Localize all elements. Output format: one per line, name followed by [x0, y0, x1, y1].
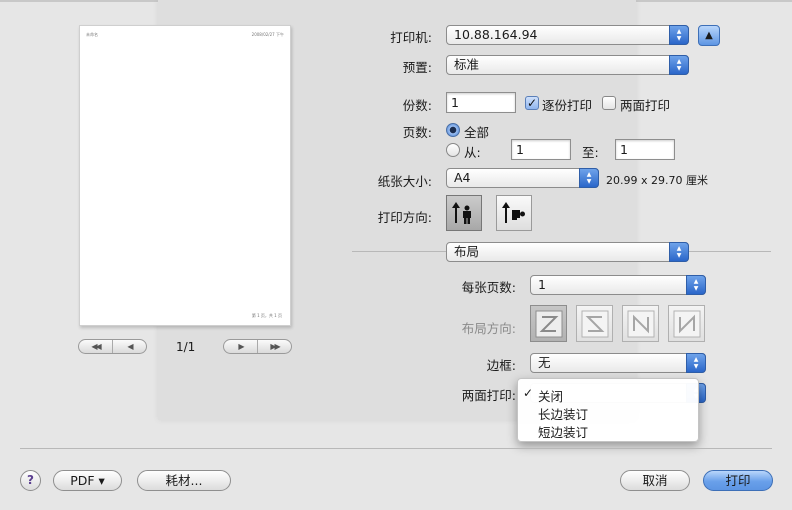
border-value: 无 — [538, 355, 551, 370]
preview-back-navigation: ◀◀ ◀ — [78, 339, 147, 354]
layout-direction-z-button[interactable] — [530, 305, 567, 342]
preview-header-right: 2008/02/27 下午 — [251, 32, 284, 37]
reverse-z-layout-icon — [581, 310, 609, 338]
printer-label: 打印机: — [390, 30, 432, 45]
printer-popup[interactable]: 10.88.164.94 ▲ ▼ — [446, 25, 689, 45]
copies-label: 份数: — [402, 98, 432, 113]
print-button[interactable]: 打印 — [703, 470, 773, 491]
pages-per-sheet-label: 每张页数: — [461, 280, 516, 295]
pdf-button[interactable]: PDF ▾ — [53, 470, 122, 491]
copies-field[interactable]: 1 — [446, 92, 516, 113]
landscape-icon — [502, 202, 525, 223]
duplex-menu-item-off[interactable]: 关闭 — [538, 386, 563, 405]
help-button[interactable]: ? — [20, 470, 41, 491]
popup-arrows-icon: ▲▼ — [669, 25, 689, 45]
orientation-label: 打印方向: — [377, 210, 432, 225]
collate-checkbox[interactable]: ✓ — [525, 96, 539, 110]
pages-to-field[interactable]: 1 — [615, 139, 675, 160]
landscape-orientation-button[interactable] — [496, 195, 532, 231]
supplies-button[interactable]: 耗材... — [137, 470, 231, 491]
border-popup[interactable]: 无 ▲ ▼ — [530, 353, 706, 373]
pages-from-field[interactable]: 1 — [511, 139, 571, 160]
section-popup[interactable]: 布局 ▲ ▼ — [446, 242, 689, 262]
n-layout-icon — [627, 310, 655, 338]
paper-size-label: 纸张大小: — [377, 174, 432, 189]
reverse-n-layout-icon — [673, 310, 701, 338]
pages-range-radio[interactable] — [446, 143, 460, 157]
duplex-menu-item-long-edge[interactable]: 长边装订 — [538, 404, 588, 423]
paper-size-value: A4 — [454, 170, 471, 185]
pages-all-radio[interactable] — [446, 123, 460, 137]
footer-divider — [20, 448, 772, 449]
duplex-checkbox-label: 两面打印 — [620, 98, 671, 113]
first-page-button[interactable]: ◀◀ — [79, 340, 112, 353]
layout-direction-label: 布局方向: — [461, 321, 516, 336]
duplex-menu-item-short-edge[interactable]: 短边装订 — [538, 422, 588, 441]
page-indicator: 1/1 — [176, 340, 196, 354]
popup-arrows-icon: ▲▼ — [669, 242, 689, 262]
layout-direction-n-button[interactable] — [622, 305, 659, 342]
section-value: 布局 — [454, 244, 480, 259]
disclosure-triangle-icon: ▲ — [705, 30, 713, 41]
pages-per-sheet-popup[interactable]: 1 ▲ ▼ — [530, 275, 706, 295]
presets-popup[interactable]: 标准 ▲ ▼ — [446, 55, 689, 75]
help-icon: ? — [27, 473, 34, 487]
border-label: 边框: — [486, 358, 516, 373]
paper-dimensions: 20.99 x 29.70 厘米 — [606, 174, 708, 187]
next-page-button[interactable]: ▶ — [224, 340, 257, 353]
duplex-label: 两面打印: — [461, 388, 516, 403]
previous-page-button[interactable]: ◀ — [112, 340, 146, 353]
popup-arrows-icon: ▲▼ — [579, 168, 599, 188]
portrait-icon — [452, 202, 471, 224]
presets-value: 标准 — [454, 57, 480, 72]
z-layout-icon — [535, 310, 563, 338]
pages-all-label: 全部 — [464, 125, 490, 140]
pages-per-sheet-value: 1 — [538, 277, 546, 292]
section-divider-right — [688, 251, 771, 252]
popup-arrows-icon: ▲▼ — [669, 55, 689, 75]
section-divider-left — [352, 251, 446, 252]
checkmark-icon: ✓ — [523, 386, 534, 400]
paper-size-popup[interactable]: A4 ▲ ▼ — [446, 168, 599, 188]
preview-footer: 第 1 页，共 1 页 — [251, 313, 282, 318]
portrait-orientation-button[interactable] — [446, 195, 482, 231]
page-preview: 未命名 2008/02/27 下午 第 1 页，共 1 页 — [79, 25, 291, 326]
disclosure-button[interactable]: ▲ — [698, 25, 720, 46]
popup-arrows-icon: ▲▼ — [686, 353, 706, 373]
last-page-button[interactable]: ▶▶ — [257, 340, 291, 353]
printer-value: 10.88.164.94 — [454, 27, 538, 42]
collate-label: 逐份打印 — [542, 98, 593, 113]
presets-label: 预置: — [402, 60, 432, 75]
pages-to-label: 至: — [582, 145, 599, 160]
duplex-menu: ✓ 关闭 长边装订 短边装订 — [517, 378, 699, 442]
popup-arrows-icon: ▲▼ — [686, 275, 706, 295]
layout-direction-reverse-n-button[interactable] — [668, 305, 705, 342]
pages-from-label: 从: — [464, 145, 481, 160]
preview-forward-navigation: ▶ ▶▶ — [223, 339, 292, 354]
preview-header-left: 未命名 — [86, 32, 98, 37]
pages-label: 页数: — [402, 125, 432, 140]
duplex-checkbox[interactable] — [602, 96, 616, 110]
layout-direction-reverse-z-button[interactable] — [576, 305, 613, 342]
cancel-button[interactable]: 取消 — [620, 470, 690, 491]
